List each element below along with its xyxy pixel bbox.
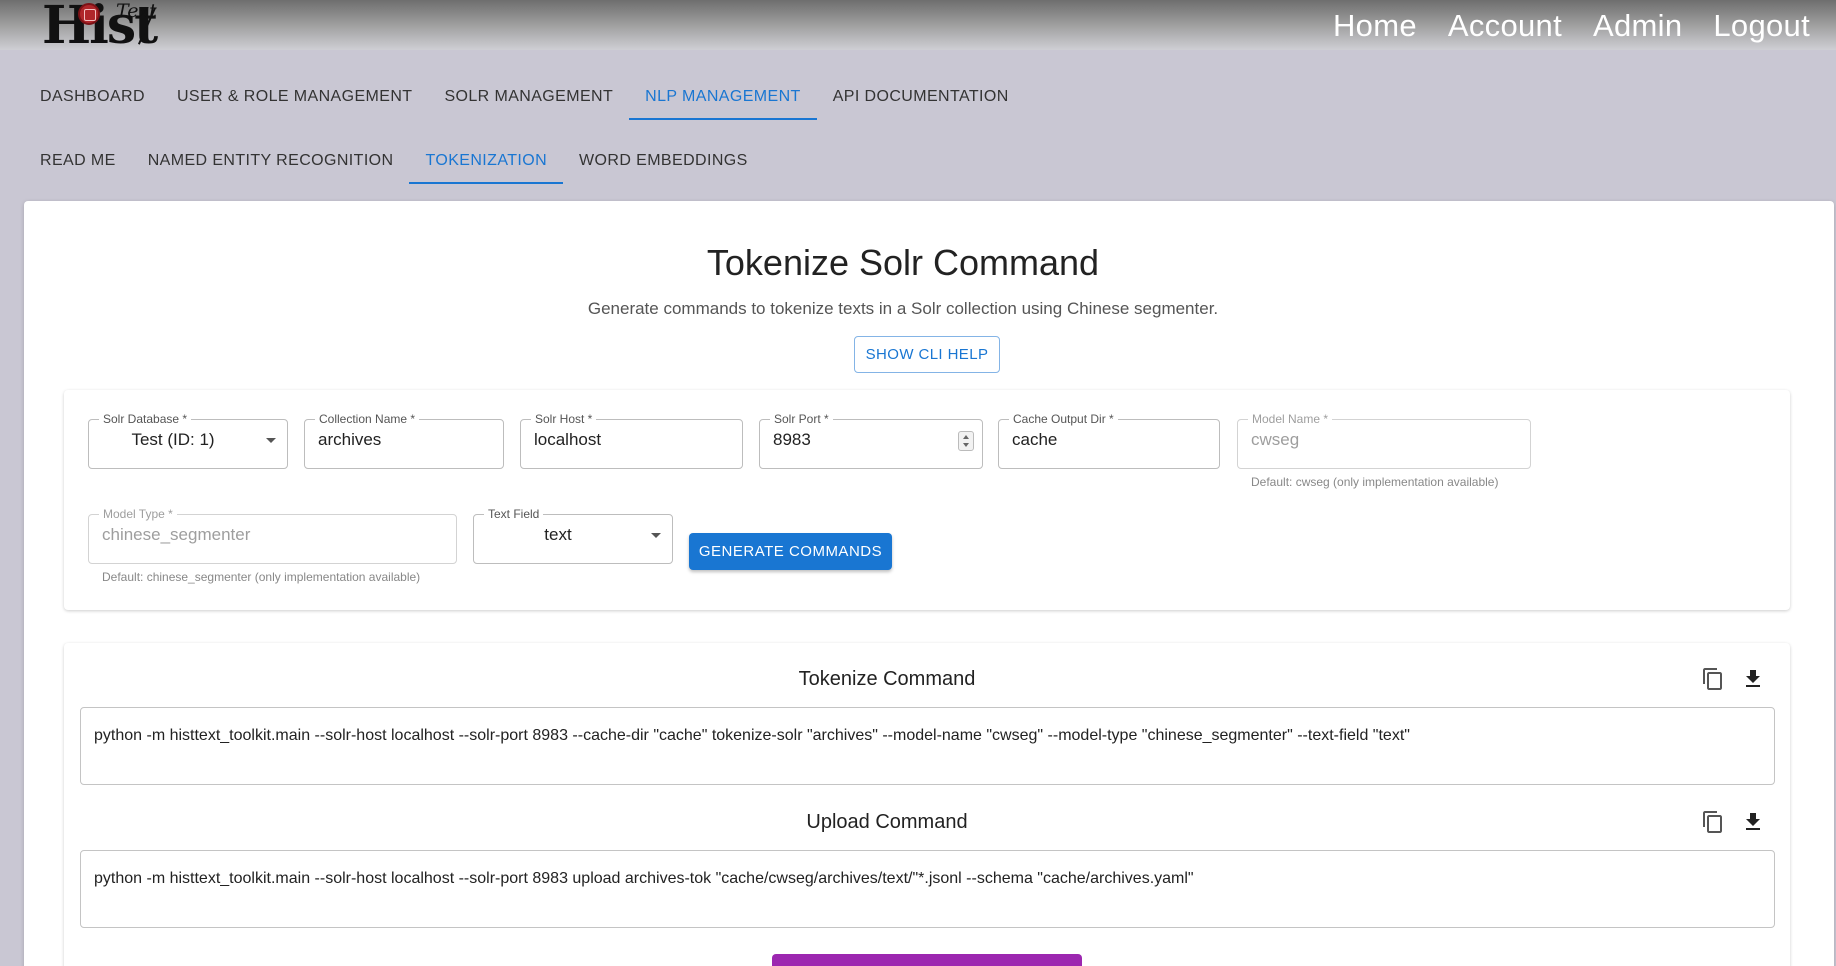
- tab-nlp-management[interactable]: NLP MANAGEMENT: [629, 73, 817, 120]
- copy-icon[interactable]: [1701, 667, 1725, 691]
- generate-commands-button[interactable]: GENERATE COMMANDS: [689, 533, 892, 570]
- collection-name-input[interactable]: Collection Name * archives: [304, 413, 504, 469]
- main-tabs: DASHBOARD USER & ROLE MANAGEMENT SOLR MA…: [24, 73, 1025, 123]
- nav-admin-link[interactable]: Admin: [1593, 8, 1682, 44]
- purple-action-button[interactable]: [772, 954, 1082, 966]
- model-name-label: Model Name *: [1252, 412, 1329, 426]
- cache-output-dir-label: Cache Output Dir *: [1013, 412, 1114, 426]
- solr-port-label: Solr Port *: [774, 412, 829, 426]
- nav-account-link[interactable]: Account: [1448, 8, 1562, 44]
- model-type-value: chinese_segmenter: [102, 525, 251, 544]
- collection-name-value: archives: [318, 430, 382, 449]
- solr-host-value: localhost: [534, 430, 602, 449]
- histtext-logo[interactable]: Hist Text: [42, 0, 162, 52]
- cache-output-dir-input[interactable]: Cache Output Dir * cache: [998, 413, 1220, 469]
- number-stepper-icon[interactable]: [958, 431, 974, 451]
- tab-named-entity-recognition[interactable]: NAMED ENTITY RECOGNITION: [132, 137, 410, 184]
- page-subtitle: Generate commands to tokenize texts in a…: [587, 299, 1219, 318]
- text-field-select[interactable]: Text Field text: [473, 508, 673, 564]
- tab-read-me[interactable]: READ ME: [24, 137, 132, 184]
- text-field-value: text: [544, 525, 572, 544]
- tab-user-role-management[interactable]: USER & ROLE MANAGEMENT: [161, 73, 429, 120]
- solr-host-label: Solr Host *: [535, 412, 593, 426]
- solr-port-input[interactable]: Solr Port * 8983: [759, 413, 983, 469]
- model-name-value: cwseg: [1251, 430, 1300, 449]
- copy-icon[interactable]: [1701, 810, 1725, 834]
- nav-logout-link[interactable]: Logout: [1713, 8, 1810, 44]
- tab-solr-management[interactable]: SOLR MANAGEMENT: [428, 73, 629, 120]
- model-type-label: Model Type *: [103, 507, 173, 521]
- upload-command-box[interactable]: python -m histtext_toolkit.main --solr-h…: [80, 850, 1775, 928]
- nav-home-link[interactable]: Home: [1333, 8, 1417, 44]
- solr-port-value: 8983: [773, 430, 811, 449]
- tab-dashboard[interactable]: DASHBOARD: [24, 73, 161, 120]
- tab-tokenization[interactable]: TOKENIZATION: [409, 137, 563, 184]
- logo-seal-icon: [78, 3, 100, 25]
- sub-tabs: READ ME NAMED ENTITY RECOGNITION TOKENIZ…: [24, 137, 764, 187]
- top-nav: Home Account Admin Logout: [1333, 8, 1810, 44]
- page-title: Tokenize Solr Command: [706, 242, 1100, 283]
- tokenize-command-title: Tokenize Command: [798, 668, 976, 690]
- collection-name-label: Collection Name *: [319, 412, 416, 426]
- top-app-bar: Hist Text Home Account Admin Logout: [0, 0, 1836, 52]
- show-cli-help-button[interactable]: SHOW CLI HELP: [854, 336, 1000, 373]
- download-icon[interactable]: [1741, 810, 1765, 834]
- tokenize-command-box[interactable]: python -m histtext_toolkit.main --solr-h…: [80, 707, 1775, 785]
- solr-database-value: Test (ID: 1): [131, 430, 215, 449]
- solr-database-label: Solr Database *: [103, 412, 188, 426]
- logo-super-text: Text: [116, 0, 157, 22]
- model-type-input: Model Type * chinese_segmenter: [88, 508, 457, 564]
- solr-host-input[interactable]: Solr Host * localhost: [520, 413, 743, 469]
- model-type-helper: Default: chinese_segmenter (only impleme…: [102, 570, 421, 584]
- chevron-down-icon: [266, 438, 276, 443]
- chevron-down-icon: [651, 533, 661, 538]
- solr-database-select[interactable]: Solr Database * Test (ID: 1): [88, 413, 288, 469]
- tab-api-documentation[interactable]: API DOCUMENTATION: [817, 73, 1025, 120]
- upload-command-title: Upload Command: [806, 811, 968, 833]
- text-field-label: Text Field: [488, 507, 540, 521]
- tab-word-embeddings[interactable]: WORD EMBEDDINGS: [563, 137, 764, 184]
- download-icon[interactable]: [1741, 667, 1765, 691]
- cache-output-dir-value: cache: [1012, 430, 1058, 449]
- model-name-input: Model Name * cwseg: [1237, 413, 1531, 469]
- model-name-helper: Default: cwseg (only implementation avai…: [1251, 475, 1499, 489]
